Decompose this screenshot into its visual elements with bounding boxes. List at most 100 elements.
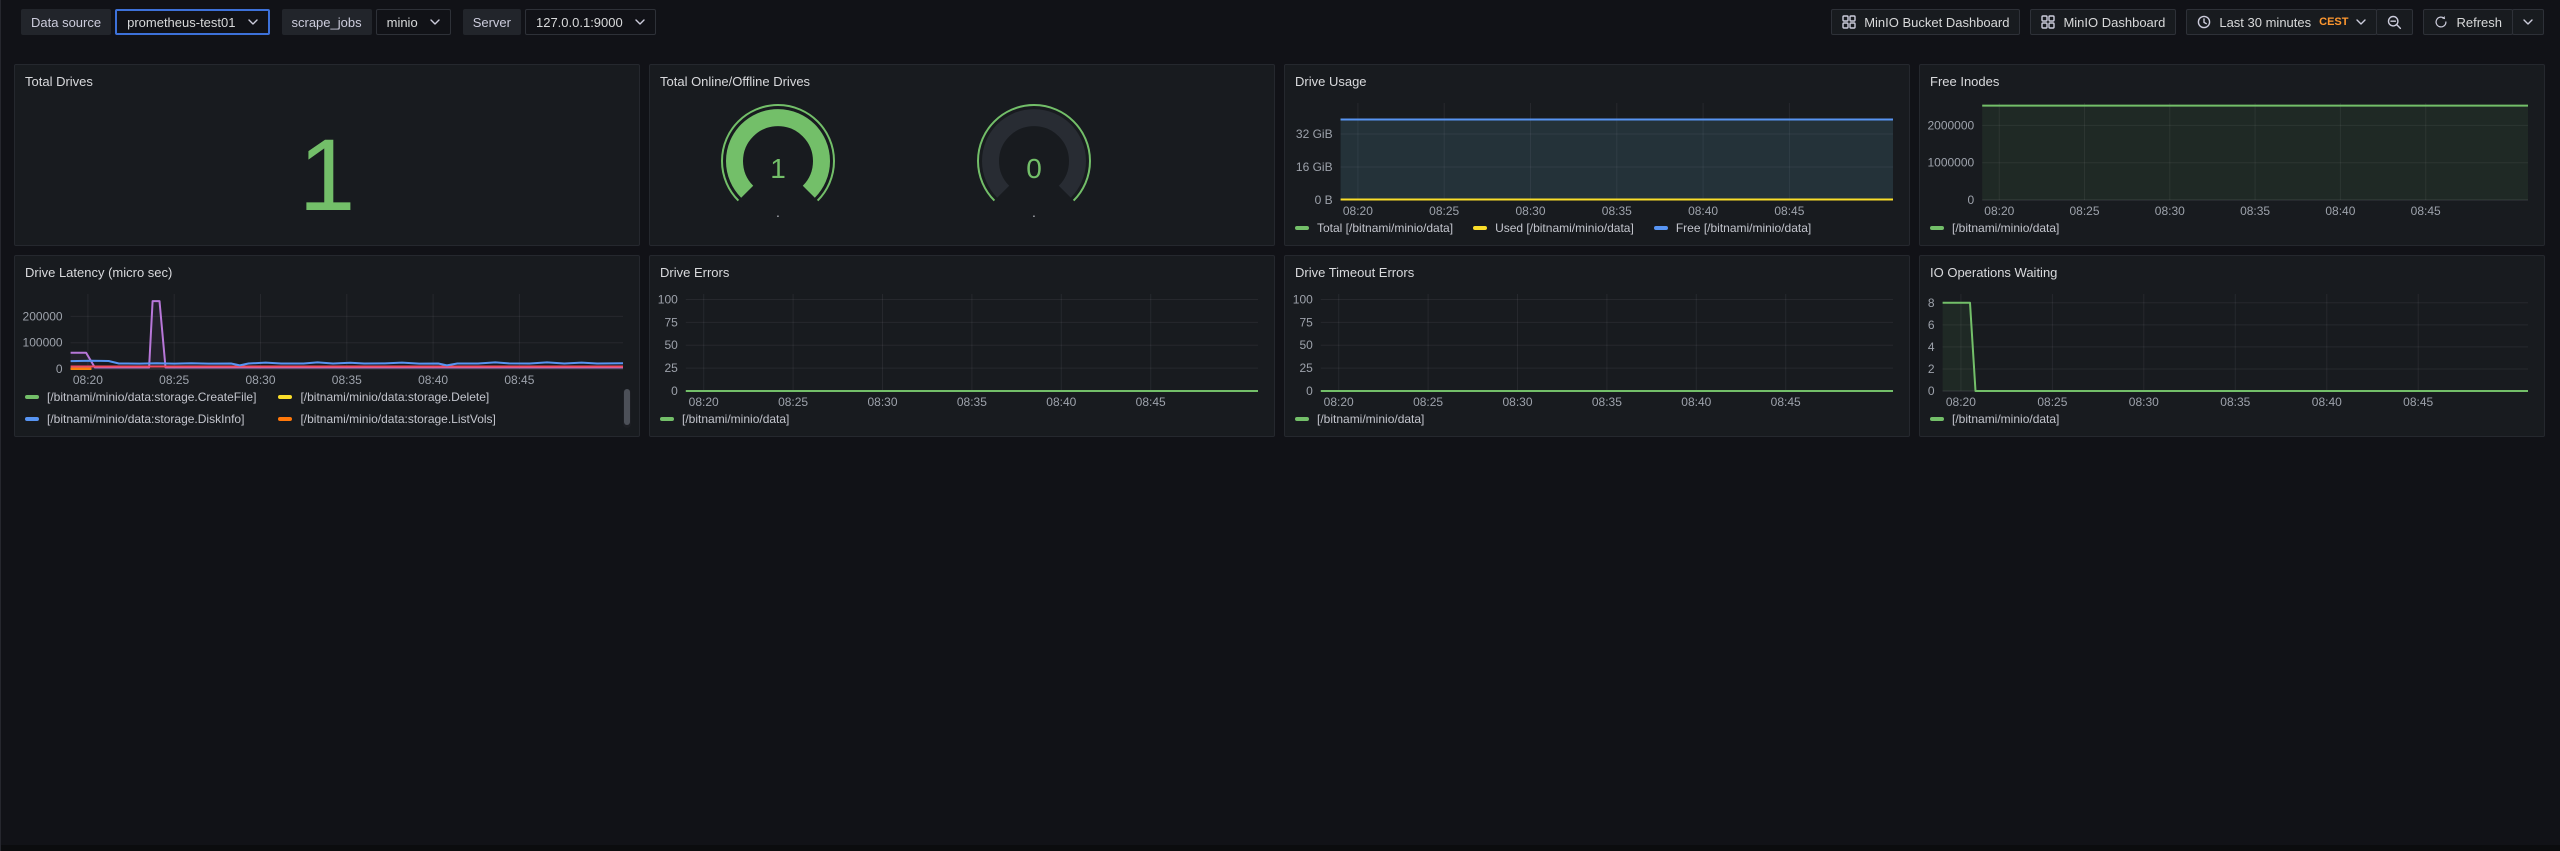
svg-text:0: 0 [1928, 384, 1935, 398]
svg-text:75: 75 [664, 315, 678, 329]
refresh-icon [2434, 15, 2448, 29]
panel-drive-usage: Drive Usage08:2008:2508:3008:3508:4008:4… [1284, 64, 1910, 246]
panel-title[interactable]: Drive Usage [1285, 65, 1909, 95]
legend-label: [/bitnami/minio/data:storage.DiskInfo] [47, 412, 244, 426]
svg-text:08:35: 08:35 [2240, 204, 2270, 218]
refresh-interval-dropdown[interactable] [2512, 9, 2544, 35]
chart-plot[interactable]: 08:2008:2508:3008:3508:4008:450255075100 [1291, 286, 1901, 411]
zoom-out-button[interactable] [2376, 9, 2413, 35]
panel-total-online-offline-drives: Total Online/Offline Drives 1. 0. [649, 64, 1275, 246]
legend-item[interactable]: [/bitnami/minio/data] [1295, 412, 1424, 426]
legend-swatch [1930, 226, 1944, 230]
legend-label: Free [/bitnami/minio/data] [1676, 221, 1811, 235]
gauge[interactable]: 0. [969, 103, 1099, 225]
panel-body: 08:2008:2508:3008:3508:4008:450255075100… [650, 286, 1274, 436]
svg-text:08:30: 08:30 [1502, 395, 1532, 409]
legend-item[interactable]: Total [/bitnami/minio/data] [1295, 221, 1453, 235]
legend-swatch [25, 395, 39, 399]
panel-title[interactable]: Total Online/Offline Drives [650, 65, 1274, 95]
scrape-jobs-select[interactable]: minio [376, 9, 451, 35]
svg-text:08:40: 08:40 [1688, 204, 1718, 218]
panel-body: 1 [15, 95, 639, 245]
minio-bucket-dashboard-label: MinIO Bucket Dashboard [1864, 15, 2009, 30]
legend-swatch [1654, 226, 1668, 230]
data-source-select[interactable]: prometheus-test01 [115, 9, 269, 35]
svg-text:8: 8 [1928, 296, 1935, 310]
gauge-svg: 0. [969, 103, 1099, 225]
legend-item[interactable]: [/bitnami/minio/data] [1930, 412, 2059, 426]
svg-text:75: 75 [1299, 315, 1313, 329]
panel-io-operations-waiting: IO Operations Waiting08:2008:2508:3008:3… [1919, 255, 2545, 437]
gauge[interactable]: 1. [713, 103, 843, 225]
minio-bucket-dashboard-button[interactable]: MinIO Bucket Dashboard [1831, 9, 2020, 35]
legend-label: [/bitnami/minio/data:storage.Delete] [300, 390, 489, 404]
chart-plot[interactable]: 08:2008:2508:3008:3508:4008:450 B16 GiB3… [1291, 95, 1901, 220]
svg-text:08:45: 08:45 [504, 373, 534, 387]
svg-text:08:30: 08:30 [2155, 204, 2185, 218]
minio-dashboard-button[interactable]: MinIO Dashboard [2030, 9, 2176, 35]
variable-data-source: Data source prometheus-test01 [21, 9, 270, 35]
time-range-label: Last 30 minutes [2219, 15, 2311, 30]
chart-legend: [/bitnami/minio/data] [656, 411, 1266, 432]
legend-item[interactable]: [/bitnami/minio/data] [660, 412, 789, 426]
legend-item[interactable]: Free [/bitnami/minio/data] [1654, 221, 1811, 235]
gauge-value: 1 [770, 153, 786, 184]
time-range-picker[interactable]: Last 30 minutes CEST [2186, 9, 2377, 35]
chart-plot[interactable]: 08:2008:2508:3008:3508:4008:450255075100 [656, 286, 1266, 411]
chevron-down-icon [248, 19, 258, 25]
panel-free-inodes: Free Inodes08:2008:2508:3008:3508:4008:4… [1919, 64, 2545, 246]
svg-text:0 B: 0 B [1315, 193, 1333, 207]
timezone-badge: CEST [2319, 16, 2348, 28]
legend-swatch [278, 417, 292, 421]
panel-title[interactable]: Drive Errors [650, 256, 1274, 286]
chart-legend-list: [/bitnami/minio/data] [1930, 221, 2534, 235]
chart-plot[interactable]: 08:2008:2508:3008:3508:4008:4502468 [1926, 286, 2536, 411]
svg-text:08:25: 08:25 [2037, 395, 2067, 409]
svg-text:08:40: 08:40 [2312, 395, 2342, 409]
panel-title[interactable]: Free Inodes [1920, 65, 2544, 95]
chart-plot[interactable]: 08:2008:2508:3008:3508:4008:450100000020… [1926, 95, 2536, 220]
chart-plot[interactable]: 08:2008:2508:3008:3508:4008:450100000200… [21, 286, 631, 389]
svg-text:08:45: 08:45 [2403, 395, 2433, 409]
chart-legend: [/bitnami/minio/data:storage.CreateFile]… [21, 389, 631, 432]
svg-text:08:25: 08:25 [778, 395, 808, 409]
svg-text:25: 25 [664, 361, 678, 375]
panel-title[interactable]: Total Drives [15, 65, 639, 95]
panel-title[interactable]: Drive Timeout Errors [1285, 256, 1909, 286]
chart-legend-list: [/bitnami/minio/data:storage.CreateFile]… [25, 390, 629, 426]
legend-scrollbar-thumb[interactable] [624, 389, 630, 425]
chevron-down-icon [2356, 19, 2366, 25]
time-picker-group: Last 30 minutes CEST [2186, 9, 2413, 35]
svg-text:08:25: 08:25 [159, 373, 189, 387]
legend-label: [/bitnami/minio/data:storage.ListVols] [300, 412, 495, 426]
chevron-down-icon [430, 19, 440, 25]
chart-legend: [/bitnami/minio/data] [1291, 411, 1901, 432]
legend-item[interactable]: [/bitnami/minio/data:storage.Delete] [278, 390, 495, 404]
apps-icon [2041, 15, 2055, 29]
chart-legend: Total [/bitnami/minio/data] Used [/bitnam… [1291, 220, 1901, 241]
legend-scrollbar[interactable] [623, 389, 631, 428]
legend-item[interactable]: [/bitnami/minio/data] [1930, 221, 2059, 235]
legend-item[interactable]: [/bitnami/minio/data:storage.CreateFile] [25, 390, 256, 404]
legend-item[interactable]: Used [/bitnami/minio/data] [1473, 221, 1634, 235]
gauge-label: . [776, 204, 780, 220]
stat-value: 1 [299, 114, 356, 226]
svg-text:08:40: 08:40 [418, 373, 448, 387]
svg-text:08:40: 08:40 [1681, 395, 1711, 409]
legend-label: Used [/bitnami/minio/data] [1495, 221, 1634, 235]
svg-text:16 GiB: 16 GiB [1296, 160, 1333, 174]
panel-title[interactable]: Drive Latency (micro sec) [15, 256, 639, 286]
svg-text:6: 6 [1928, 318, 1935, 332]
refresh-button[interactable]: Refresh [2423, 9, 2513, 35]
chevron-down-icon [635, 19, 645, 25]
svg-text:08:35: 08:35 [2220, 395, 2250, 409]
svg-text:100: 100 [1293, 293, 1313, 307]
svg-text:0: 0 [1968, 193, 1975, 207]
panel-title[interactable]: IO Operations Waiting [1920, 256, 2544, 286]
legend-item[interactable]: [/bitnami/minio/data:storage.DiskInfo] [25, 412, 256, 426]
legend-item[interactable]: [/bitnami/minio/data:storage.ListVols] [278, 412, 495, 426]
panel-body: 08:2008:2508:3008:3508:4008:4502468[/bit… [1920, 286, 2544, 436]
server-select[interactable]: 127.0.0.1:9000 [525, 9, 656, 35]
dashboard-toolbar: Data source prometheus-test01 scrape_job… [1, 0, 2560, 35]
svg-text:08:25: 08:25 [2069, 204, 2099, 218]
